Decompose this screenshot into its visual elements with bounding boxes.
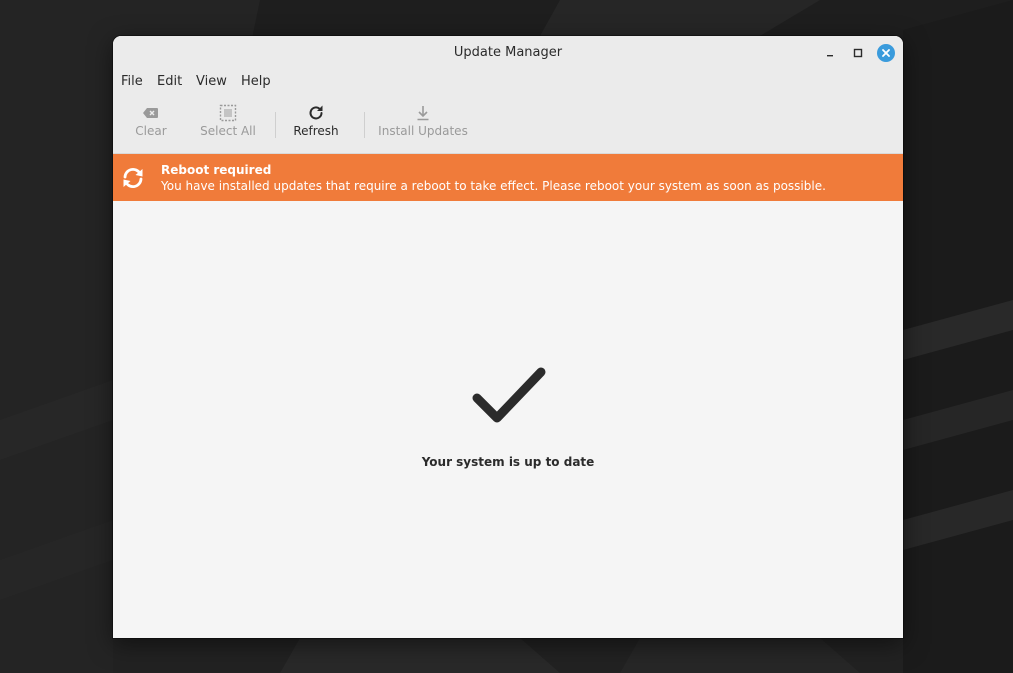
clear-button[interactable]: Clear — [131, 104, 171, 144]
menu-view[interactable]: View — [196, 70, 227, 94]
select-all-button[interactable]: Select All — [197, 104, 259, 144]
maximize-icon — [853, 48, 863, 58]
status-message: Your system is up to date — [421, 455, 595, 469]
download-icon — [417, 106, 429, 121]
refresh-icon — [309, 105, 323, 120]
clear-label: Clear — [135, 124, 167, 138]
menu-edit[interactable]: Edit — [157, 70, 182, 94]
refresh-button[interactable]: Refresh — [289, 104, 343, 144]
desktop: Update Manager File Edit View Help Clear… — [0, 0, 1013, 673]
update-manager-window: Update Manager File Edit View Help Clear… — [113, 36, 903, 638]
main-content: Your system is up to date — [113, 201, 903, 638]
checkmark-icon — [472, 367, 546, 423]
select-all-label: Select All — [200, 124, 256, 138]
refresh-label: Refresh — [293, 124, 339, 138]
reboot-icon — [123, 167, 143, 189]
toolbar: Clear Select All Refresh Install Updates — [113, 94, 903, 154]
reboot-infobar: Reboot required You have installed updat… — [113, 154, 903, 201]
minimize-button[interactable] — [820, 43, 840, 63]
clear-icon — [143, 108, 158, 118]
menu-bar: File Edit View Help — [113, 70, 903, 94]
menu-file[interactable]: File — [121, 70, 143, 94]
minimize-icon — [827, 55, 833, 57]
toolbar-separator — [364, 112, 365, 138]
install-updates-button[interactable]: Install Updates — [377, 104, 469, 144]
infobar-title: Reboot required — [161, 163, 272, 177]
close-icon — [882, 49, 890, 57]
toolbar-separator — [275, 112, 276, 138]
title-bar[interactable]: Update Manager — [113, 36, 903, 70]
select-all-icon — [219, 104, 237, 122]
menu-help[interactable]: Help — [241, 70, 271, 94]
infobar-message: You have installed updates that require … — [161, 179, 826, 193]
close-button[interactable] — [876, 43, 896, 63]
maximize-button[interactable] — [848, 43, 868, 63]
close-button-circle — [877, 44, 895, 62]
install-updates-label: Install Updates — [378, 124, 468, 138]
window-title: Update Manager — [453, 45, 563, 60]
